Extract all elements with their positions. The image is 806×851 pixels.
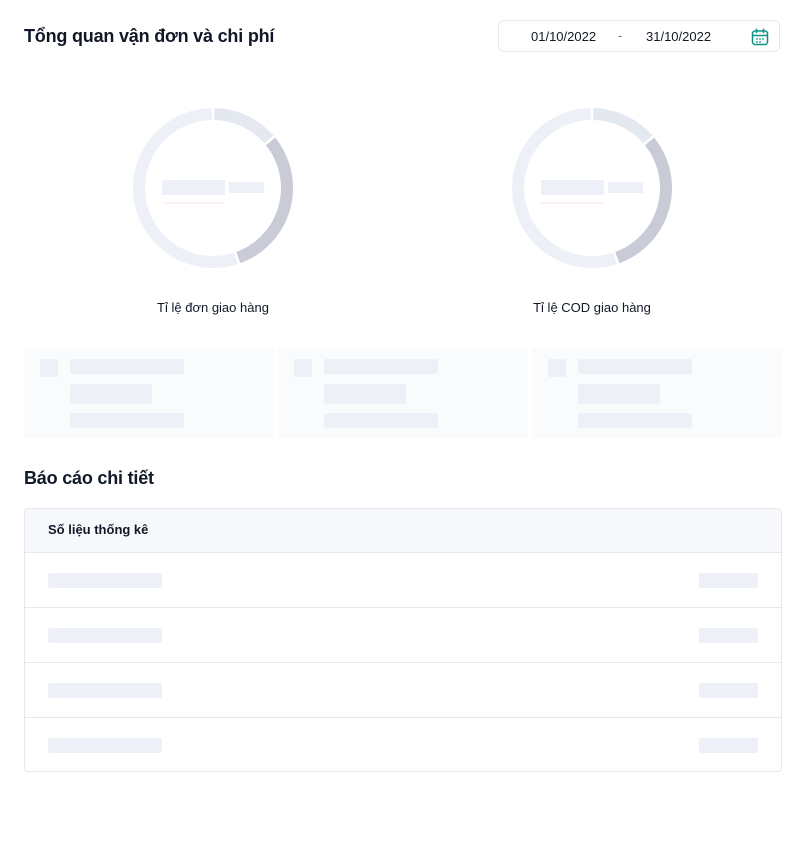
chart-caption: Tỉ lệ COD giao hàng <box>533 300 651 315</box>
start-date[interactable]: 01/10/2022 <box>531 29 596 44</box>
cell-skeleton <box>699 573 758 588</box>
donut-segment-1 <box>214 108 274 144</box>
delivery-order-ratio-chart: Tỉ lệ đơn giao hàng <box>113 96 313 336</box>
cod-delivery-ratio-chart: Tỉ lệ COD giao hàng <box>492 96 692 336</box>
text-skeleton <box>70 384 152 404</box>
icon-skeleton <box>294 359 312 377</box>
text-skeleton <box>324 413 438 428</box>
cell-skeleton <box>48 738 162 753</box>
text-skeleton <box>70 413 184 428</box>
table-header: Số liệu thống kê <box>25 509 781 553</box>
stat-card-skeleton <box>532 349 782 438</box>
table-row <box>25 663 781 718</box>
text-skeleton <box>578 413 692 428</box>
icon-skeleton <box>40 359 58 377</box>
text-skeleton <box>324 384 406 404</box>
value-skeleton <box>162 180 225 195</box>
donut-segment-2 <box>615 137 672 264</box>
date-separator: - <box>618 28 623 43</box>
cell-skeleton <box>48 628 162 643</box>
cell-skeleton <box>699 683 758 698</box>
table-row <box>25 553 781 608</box>
date-range-picker[interactable]: 01/10/2022 - 31/10/2022 <box>498 20 780 52</box>
calendar-icon[interactable] <box>750 27 770 47</box>
table-row <box>25 718 781 771</box>
value-skeleton <box>541 180 604 195</box>
section-title: Báo cáo chi tiết <box>24 468 154 488</box>
cell-skeleton <box>48 573 162 588</box>
donut-placeholder <box>132 108 293 269</box>
stat-card-skeleton <box>278 349 528 438</box>
donut-segment-1 <box>593 108 653 144</box>
stat-card-skeleton <box>24 349 274 438</box>
text-skeleton <box>70 359 184 374</box>
donut-placeholder <box>511 108 672 269</box>
cell-skeleton <box>699 738 758 753</box>
icon-skeleton <box>548 359 566 377</box>
cell-skeleton <box>48 683 162 698</box>
table-row <box>25 608 781 663</box>
text-skeleton <box>324 359 438 374</box>
detail-report-table: Số liệu thống kê <box>24 508 782 772</box>
unit-skeleton <box>608 182 643 193</box>
text-skeleton <box>578 359 692 374</box>
text-skeleton <box>578 384 660 404</box>
cell-skeleton <box>699 628 758 643</box>
chart-caption: Tỉ lệ đơn giao hàng <box>157 300 269 315</box>
unit-skeleton <box>229 182 264 193</box>
page-title: Tổng quan vận đơn và chi phí <box>24 26 275 46</box>
donut-segment-2 <box>236 137 293 264</box>
end-date[interactable]: 31/10/2022 <box>646 29 711 44</box>
table-header-label: Số liệu thống kê <box>48 522 149 537</box>
